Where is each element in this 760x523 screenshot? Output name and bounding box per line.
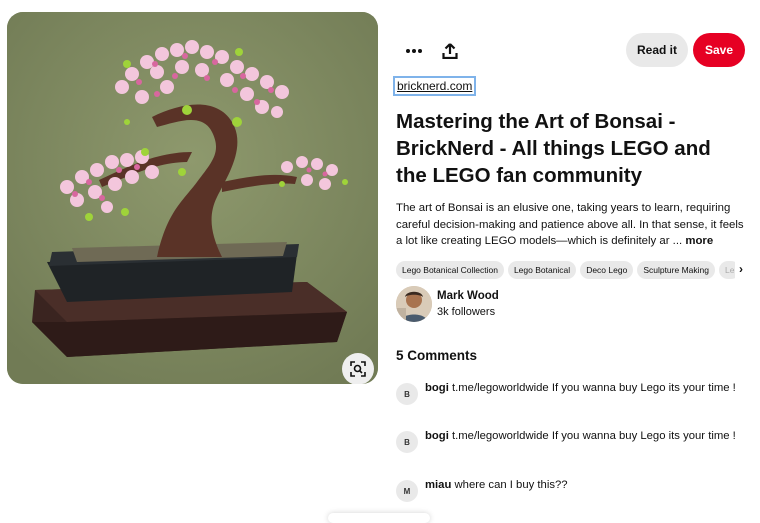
chevron-right-icon[interactable]: › <box>735 261 746 279</box>
follower-count: 3k followers <box>437 306 496 318</box>
author-name[interactable]: Mark Wood <box>437 290 499 302</box>
comment-username[interactable]: bogi <box>425 430 449 442</box>
bonsai-illustration <box>7 12 378 384</box>
pin-description: The art of Bonsai is an elusive one, tak… <box>396 200 750 250</box>
avatar[interactable] <box>396 286 432 322</box>
scroll-hint <box>328 513 430 523</box>
comment-body: bogi t.me/legoworldwide If you wanna buy… <box>425 380 745 396</box>
share-icon[interactable] <box>432 33 468 69</box>
comment-body: miau where can I buy this?? <box>425 477 745 493</box>
save-button[interactable]: Save <box>693 33 745 67</box>
comment-avatar[interactable]: B <box>396 431 418 453</box>
tag-chip[interactable]: Deco Lego <box>580 261 634 279</box>
pin-image[interactable] <box>7 12 378 384</box>
comment-text: t.me/legoworldwide If you wanna buy Lego… <box>451 430 736 442</box>
source-link[interactable]: bricknerd.com <box>392 76 477 96</box>
comment-text: t.me/legoworldwide If you wanna buy Lego… <box>451 382 736 394</box>
read-it-button[interactable]: Read it <box>626 33 688 67</box>
tag-chip[interactable]: Sculpture Making <box>637 261 715 279</box>
comment-text: where can I buy this?? <box>454 479 568 491</box>
more-dots-icon[interactable] <box>396 33 432 69</box>
tag-chip[interactable]: Lego Botanical Collection <box>396 261 504 279</box>
comments-heading: 5 Comments <box>396 348 478 363</box>
tag-chip[interactable]: Lego Botanical <box>507 261 577 279</box>
visual-search-icon[interactable] <box>342 353 374 384</box>
tag-list: Lego Botanical Collection Lego Botanical D… <box>396 261 746 279</box>
comment-body: bogi t.me/legoworldwide If you wanna buy… <box>425 428 745 444</box>
comment-avatar[interactable]: B <box>396 383 418 405</box>
comment-username[interactable]: bogi <box>425 382 449 394</box>
comment-avatar[interactable]: M <box>396 480 418 502</box>
more-link[interactable]: more <box>685 235 713 247</box>
comment-username[interactable]: miau <box>425 479 451 491</box>
pin-title: Mastering the Art of Bonsai - BrickNerd … <box>396 110 711 187</box>
pin-action-bar: Read it Save <box>396 33 746 69</box>
